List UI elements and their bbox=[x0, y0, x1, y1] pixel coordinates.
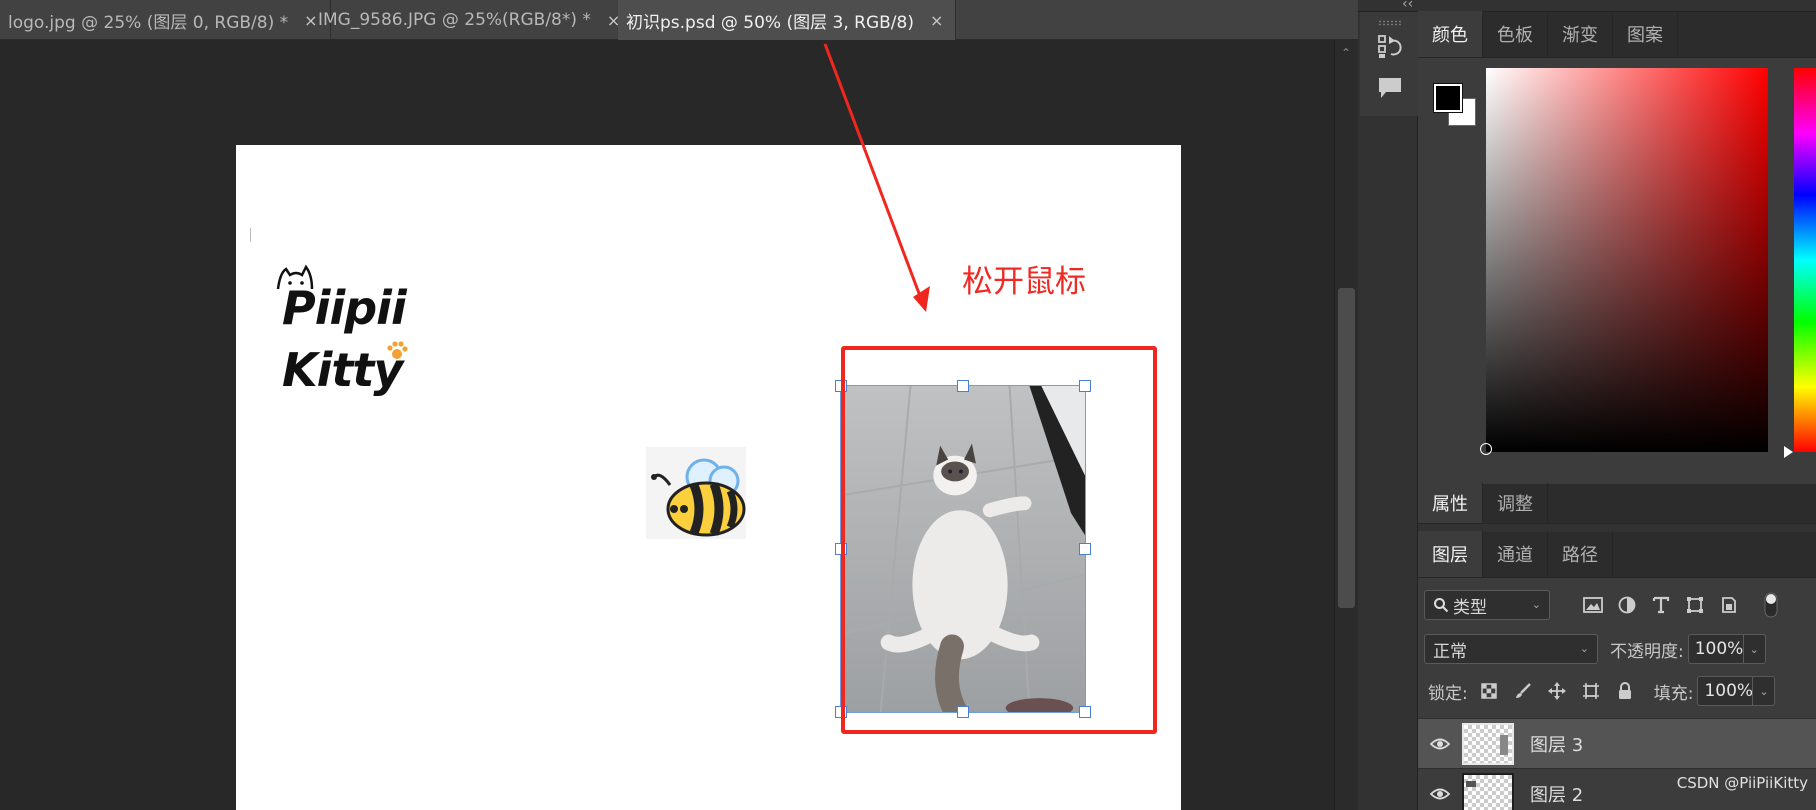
opacity-input[interactable]: 100% bbox=[1687, 634, 1744, 664]
panel-icon-group bbox=[1360, 12, 1418, 116]
hue-slider[interactable] bbox=[1794, 68, 1816, 452]
panel-icon-strip bbox=[1358, 12, 1418, 810]
fill-dropdown-chevron[interactable]: ⌄ bbox=[1753, 676, 1776, 706]
annotation-text: 松开鼠标 bbox=[962, 264, 1086, 300]
close-icon[interactable]: × bbox=[930, 11, 943, 30]
type-filter-icon[interactable] bbox=[1648, 592, 1674, 618]
layers-panel-tabs: 图层 通道 路径 bbox=[1418, 531, 1816, 578]
tab-properties[interactable]: 属性 bbox=[1418, 483, 1483, 523]
layer-filter-label: 类型 bbox=[1453, 597, 1487, 618]
lock-transparent-pixels-icon[interactable] bbox=[1476, 678, 1502, 704]
tab-channels[interactable]: 通道 bbox=[1483, 531, 1548, 577]
annotation-highlight-box bbox=[841, 346, 1157, 734]
document-tab-logo[interactable]: logo.jpg @ 25% (图层 0, RGB/8) * × bbox=[0, 0, 331, 40]
layer-filter-dropdown[interactable]: 类型 ⌄ bbox=[1424, 590, 1550, 620]
properties-panel-tabs: 属性 调整 bbox=[1418, 483, 1816, 524]
paw-icon bbox=[387, 341, 408, 359]
tab-gradients[interactable]: 渐变 bbox=[1548, 11, 1613, 57]
collapse-panels-icon[interactable]: ‹‹ bbox=[1402, 0, 1413, 12]
layer-row-layer-3[interactable]: 图层 3 bbox=[1418, 718, 1816, 768]
logo-line-1: Piipii bbox=[282, 281, 407, 335]
grip-icon bbox=[1378, 20, 1402, 26]
blend-mode-dropdown[interactable]: 正常 ⌄ bbox=[1424, 634, 1598, 664]
layer-filter-row: 类型 ⌄ bbox=[1418, 584, 1816, 626]
lock-position-icon[interactable] bbox=[1544, 678, 1570, 704]
adjustment-filter-icon[interactable] bbox=[1614, 592, 1640, 618]
scroll-up-icon[interactable]: ⌃ bbox=[1341, 46, 1351, 60]
vertical-scrollbar[interactable]: ⌃ bbox=[1334, 40, 1358, 810]
document-tab-bar: logo.jpg @ 25% (图层 0, RGB/8) * × IMG_958… bbox=[0, 0, 1358, 40]
layer-filter-buttons bbox=[1580, 592, 1792, 618]
image-filter-icon[interactable] bbox=[1580, 592, 1606, 618]
lock-all-icon[interactable] bbox=[1612, 678, 1638, 704]
tab-paths[interactable]: 路径 bbox=[1548, 531, 1613, 577]
blend-mode-value: 正常 bbox=[1433, 641, 1467, 662]
smart-object-filter-icon[interactable] bbox=[1716, 592, 1742, 618]
scrollbar-thumb[interactable] bbox=[1338, 288, 1355, 608]
blend-mode-row: 正常 ⌄ 不透明度: 100% ⌄ bbox=[1418, 628, 1816, 670]
document-tab-title: 初识ps.psd @ 50% (图层 3, RGB/8) bbox=[626, 12, 914, 33]
watermark: CSDN @PiiPiiKitty bbox=[1676, 774, 1808, 792]
comments-icon[interactable] bbox=[1376, 74, 1404, 102]
tab-swatches[interactable]: 色板 bbox=[1483, 11, 1548, 57]
logo-line-2: Kitty bbox=[282, 343, 403, 397]
color-picker-cursor[interactable] bbox=[1480, 443, 1492, 455]
logo-piipii-kitty[interactable]: Piipii Kitty bbox=[274, 263, 414, 403]
layer-thumbnail bbox=[1462, 722, 1514, 765]
shape-filter-icon[interactable] bbox=[1682, 592, 1708, 618]
fill-label: 填充: bbox=[1653, 683, 1694, 704]
lock-artboard-icon[interactable] bbox=[1578, 678, 1604, 704]
document-tab-title: logo.jpg @ 25% (图层 0, RGB/8) * bbox=[8, 12, 289, 33]
hue-slider-marker[interactable] bbox=[1784, 446, 1793, 458]
chevron-down-icon: ⌄ bbox=[1579, 642, 1589, 655]
tab-adjustments[interactable]: 调整 bbox=[1483, 483, 1548, 523]
search-icon bbox=[1434, 598, 1449, 613]
layer-name[interactable]: 图层 2 bbox=[1530, 781, 1583, 807]
color-saturation-field[interactable] bbox=[1486, 68, 1768, 452]
filter-toggle-icon[interactable] bbox=[1758, 592, 1784, 618]
color-panel bbox=[1418, 58, 1816, 484]
opacity-label: 不透明度: bbox=[1610, 641, 1684, 662]
lock-image-pixels-icon[interactable] bbox=[1510, 678, 1536, 704]
bee-illustration[interactable] bbox=[646, 447, 746, 539]
tab-patterns[interactable]: 图案 bbox=[1613, 11, 1678, 57]
text-cursor-mark bbox=[250, 228, 251, 242]
tab-color[interactable]: 颜色 bbox=[1418, 11, 1483, 57]
document-tab-title: IMG_9586.JPG @ 25%(RGB/8*) * bbox=[318, 10, 591, 30]
panel-dock: 颜色 色板 渐变 图案 属性 调整 图层 通道 路径 类型 ⌄ 正常 ⌄ 不透明… bbox=[1418, 11, 1816, 810]
lock-row: 锁定: 填充: 100% ⌄ bbox=[1418, 670, 1816, 712]
lock-label: 锁定: bbox=[1428, 683, 1468, 704]
foreground-color-swatch[interactable] bbox=[1433, 83, 1463, 113]
visibility-eye-icon[interactable] bbox=[1418, 737, 1462, 751]
layer-name[interactable]: 图层 3 bbox=[1530, 731, 1583, 757]
color-panel-tabs: 颜色 色板 渐变 图案 bbox=[1418, 11, 1816, 58]
chevron-down-icon: ⌄ bbox=[1531, 598, 1541, 611]
layer-thumbnail bbox=[1462, 772, 1514, 810]
opacity-dropdown-chevron[interactable]: ⌄ bbox=[1743, 634, 1766, 664]
document-tab-img9586[interactable]: IMG_9586.JPG @ 25%(RGB/8*) * × bbox=[310, 0, 634, 40]
visibility-eye-icon[interactable] bbox=[1418, 787, 1462, 801]
fill-input[interactable]: 100% bbox=[1697, 676, 1754, 706]
document-tab-chushi-psd[interactable]: 初识ps.psd @ 50% (图层 3, RGB/8) × bbox=[618, 0, 957, 40]
tab-layers[interactable]: 图层 bbox=[1418, 531, 1483, 577]
history-icon[interactable] bbox=[1376, 32, 1404, 60]
